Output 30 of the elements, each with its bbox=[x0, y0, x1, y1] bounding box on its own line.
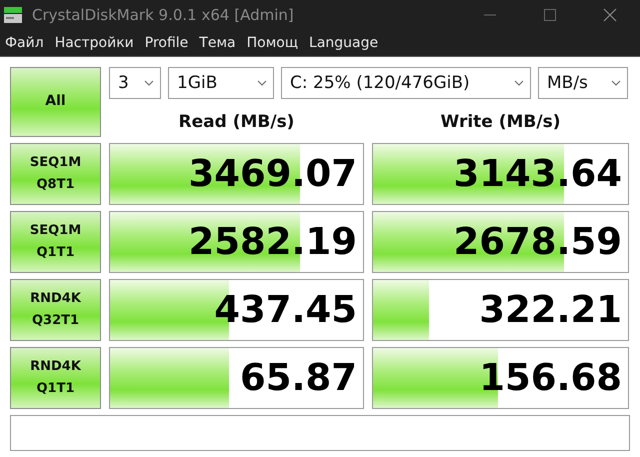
test-button[interactable]: RND4K Q1T1 bbox=[10, 347, 101, 409]
column-header: Write (MB/s) bbox=[440, 112, 562, 132]
close-icon bbox=[603, 8, 617, 22]
menu-item[interactable]: Файл bbox=[0, 35, 50, 51]
column-header: Read (MB/s) bbox=[178, 112, 296, 132]
test-button[interactable]: RND4K Q32T1 bbox=[10, 279, 101, 341]
test-button[interactable]: SEQ1M Q8T1 bbox=[10, 143, 101, 205]
dropdown[interactable]: MB/s bbox=[538, 67, 628, 99]
menu-item[interactable]: Language bbox=[304, 35, 384, 51]
comment-field[interactable] bbox=[10, 415, 630, 451]
dropdown[interactable]: 3 bbox=[109, 67, 161, 99]
result-value: 65.87 bbox=[238, 355, 358, 401]
test-button[interactable]: SEQ1M Q1T1 bbox=[10, 211, 101, 273]
menu-item[interactable]: Profile bbox=[140, 35, 194, 51]
caret-icon bbox=[144, 80, 154, 86]
result-value: 322.21 bbox=[478, 287, 623, 333]
menu-item[interactable]: Настройки bbox=[50, 35, 140, 51]
disk-icon bbox=[2, 4, 24, 26]
dropdown[interactable]: 1GiB bbox=[168, 67, 274, 99]
menu-item[interactable]: Тема bbox=[194, 35, 242, 51]
menu-item[interactable]: Помощ bbox=[242, 35, 304, 51]
caret-icon bbox=[257, 80, 267, 86]
maximize-icon bbox=[544, 9, 556, 21]
caret-icon bbox=[611, 80, 621, 86]
window-title: CrystalDiskMark 9.0.1 x64 [Admin] bbox=[32, 6, 295, 24]
caret-icon bbox=[514, 80, 524, 86]
dropdown[interactable]: C: 25% (120/476GiB) bbox=[281, 67, 531, 99]
result-value: 156.68 bbox=[478, 355, 623, 401]
result-value: 437.45 bbox=[213, 287, 358, 333]
all-button[interactable]: All bbox=[10, 67, 101, 137]
